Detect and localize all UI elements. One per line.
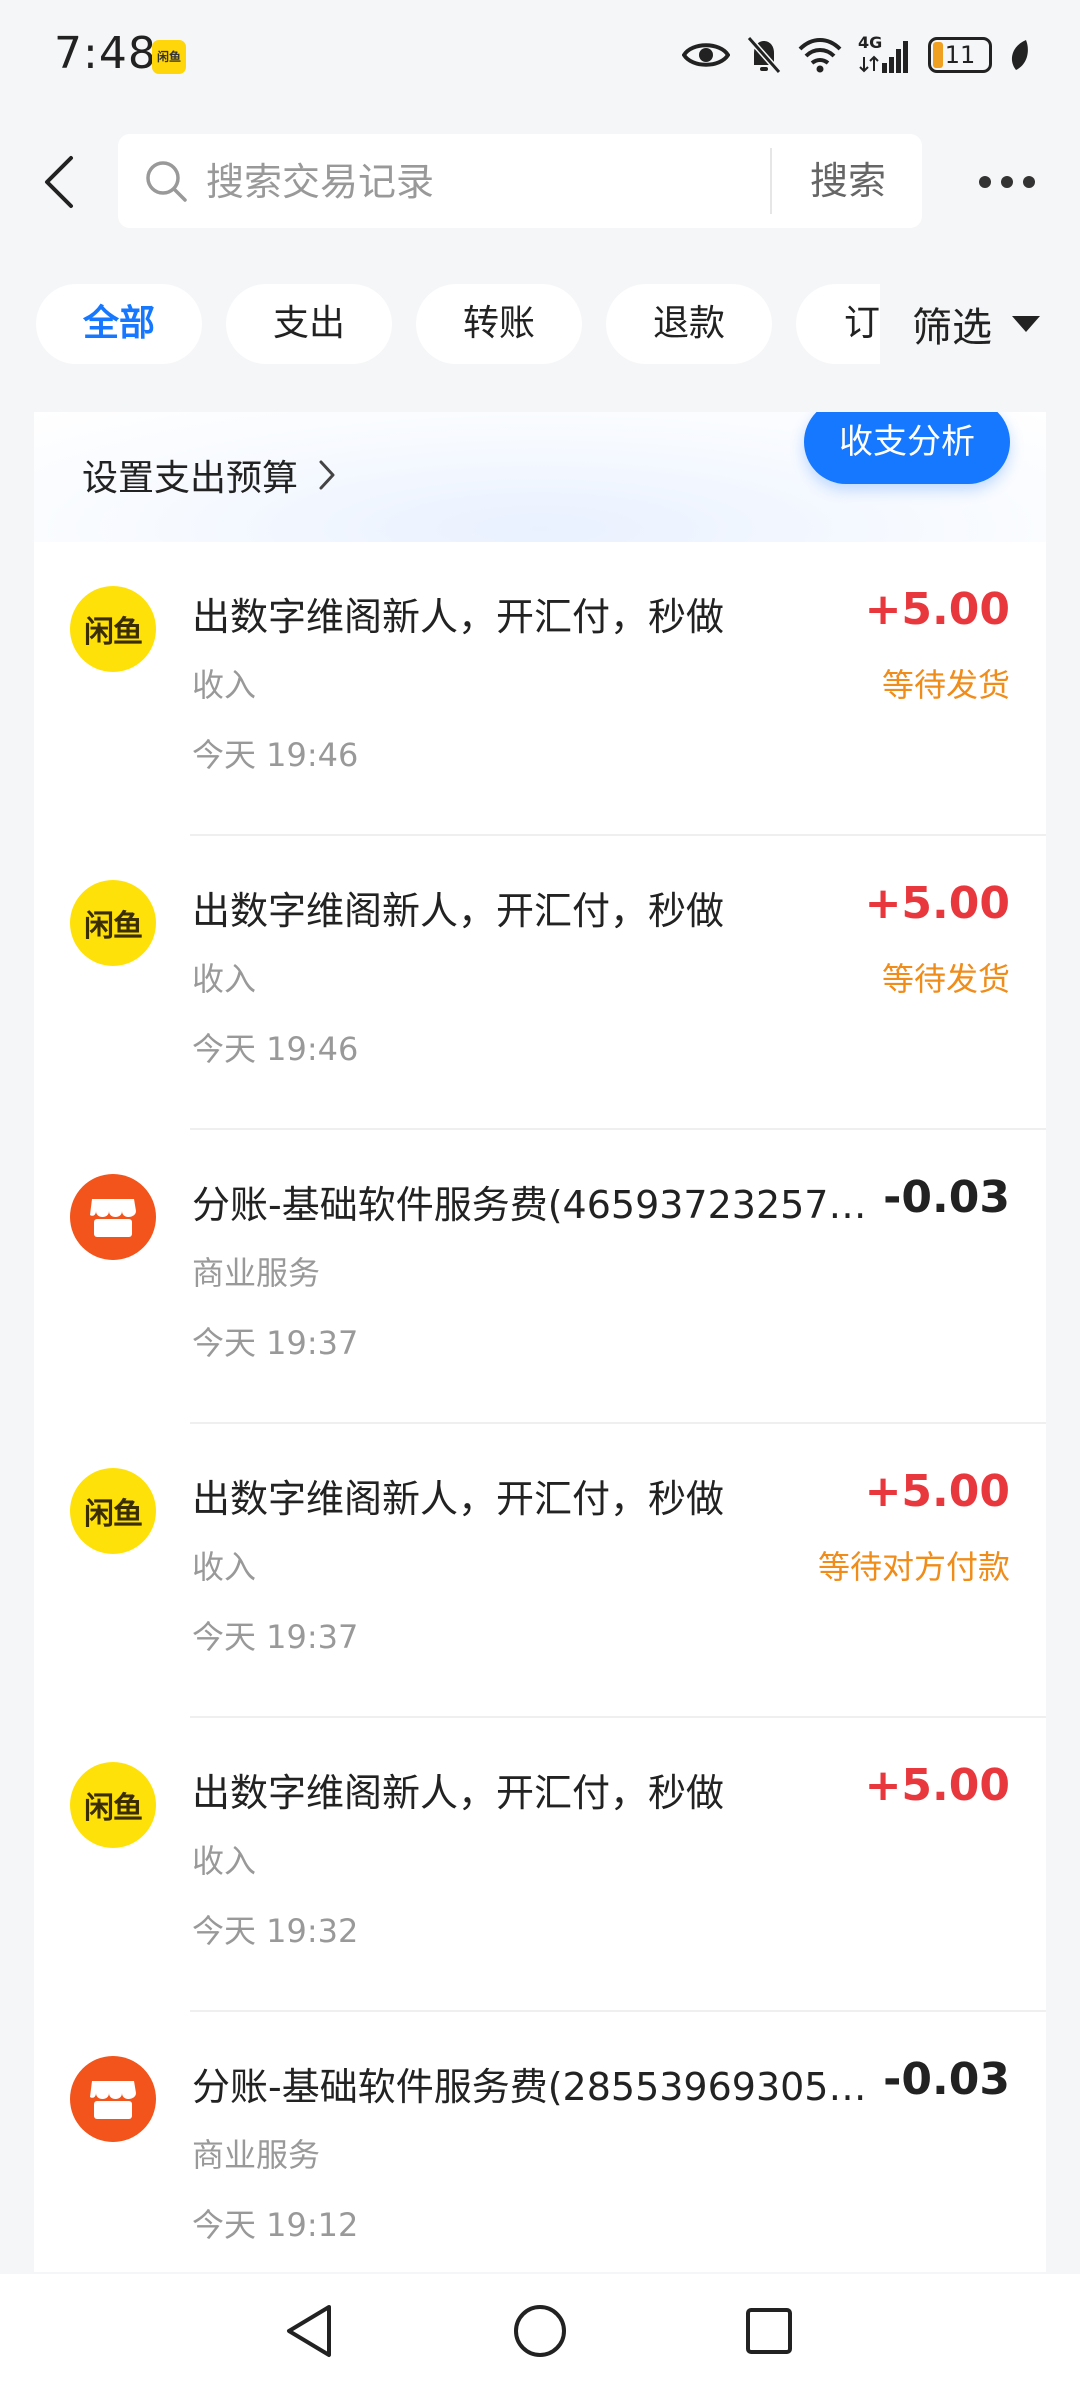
dot-icon xyxy=(1023,176,1035,188)
xianyu-logo-icon: 闲鱼 xyxy=(70,1762,156,1848)
chevron-right-icon xyxy=(319,460,335,490)
transaction-category: 收入 xyxy=(192,1548,257,1586)
system-nav-bar xyxy=(0,2274,1080,2388)
transaction-title: 分账-基础软件服务费(465937232576... xyxy=(192,1183,872,1227)
set-budget-label: 设置支出预算 xyxy=(82,458,299,499)
dot-icon xyxy=(1001,176,1013,188)
filter-bar: 全部 支出 转账 退款 订单 筛选 xyxy=(0,284,1080,368)
transaction-title: 出数字维阁新人，开汇付，秒做 xyxy=(192,1477,725,1521)
signal-icon: 4G xyxy=(858,33,912,75)
transaction-title: 出数字维阁新人，开汇付，秒做 xyxy=(192,889,725,933)
search-icon xyxy=(146,161,187,202)
transaction-amount: -0.03 xyxy=(883,2054,1010,2105)
transaction-time: 今天 19:46 xyxy=(192,736,359,774)
more-options-button[interactable] xyxy=(962,148,1052,216)
xianyu-logo-icon: 闲鱼 xyxy=(70,1468,156,1554)
nav-back-button[interactable] xyxy=(274,2296,344,2366)
transaction-list: 闲鱼 出数字维阁新人，开汇付，秒做 +5.00 收入 等待发货 今天 19:46… xyxy=(34,542,1046,2272)
transaction-time: 今天 19:12 xyxy=(192,2206,359,2244)
recents-square-icon xyxy=(746,2308,792,2354)
nav-home-button[interactable] xyxy=(505,2296,575,2366)
back-triangle-icon xyxy=(287,2305,331,2357)
transaction-amount: +5.00 xyxy=(864,1760,1010,1811)
transaction-status: 等待对方付款 xyxy=(817,1548,1010,1586)
transaction-amount: -0.03 xyxy=(883,1172,1010,1223)
eye-icon xyxy=(682,43,730,67)
transaction-row[interactable]: 闲鱼 出数字维阁新人，开汇付，秒做 +5.00 收入 等待对方付款 今天 19:… xyxy=(34,1424,1046,1718)
leaf-icon xyxy=(1011,40,1028,70)
budget-banner: 设置支出预算 收支分析 xyxy=(34,412,1046,542)
status-bar: 7:48 闲鱼 4G 11 xyxy=(0,0,1080,110)
xianyu-logo-icon: 闲鱼 xyxy=(70,586,156,672)
store-icon xyxy=(70,1174,156,1260)
nav-recents-button[interactable] xyxy=(734,2296,804,2366)
home-circle-icon xyxy=(514,2305,566,2357)
transaction-row[interactable]: 分账-基础软件服务费(285539693053... -0.03 商业服务 今天… xyxy=(34,2012,1046,2272)
transaction-status: 等待发货 xyxy=(881,666,1010,704)
back-button[interactable] xyxy=(30,148,86,216)
transaction-category: 商业服务 xyxy=(192,2136,321,2174)
search-box: 搜索 xyxy=(118,134,922,230)
transaction-amount: +5.00 xyxy=(864,1466,1010,1517)
transaction-time: 今天 19:32 xyxy=(192,1912,359,1950)
transaction-row[interactable]: 闲鱼 出数字维阁新人，开汇付，秒做 +5.00 收入 等待发货 今天 19:46 xyxy=(34,542,1046,836)
transaction-category: 商业服务 xyxy=(192,1254,321,1292)
transaction-list-card: 设置支出预算 收支分析 闲鱼 出数字维阁新人，开汇付，秒做 +5.00 收入 等… xyxy=(34,412,1046,2272)
transaction-title: 出数字维阁新人，开汇付，秒做 xyxy=(192,1771,725,1815)
battery-icon: 11 xyxy=(928,37,992,73)
filter-chip-all[interactable]: 全部 xyxy=(36,284,202,364)
transaction-row[interactable]: 闲鱼 出数字维阁新人，开汇付，秒做 +5.00 收入 今天 19:32 xyxy=(34,1718,1046,2012)
filter-chip-transfer[interactable]: 转账 xyxy=(416,284,582,364)
transaction-time: 今天 19:46 xyxy=(192,1030,359,1068)
wifi-icon xyxy=(798,38,842,73)
transaction-row[interactable]: 闲鱼 出数字维阁新人，开汇付，秒做 +5.00 收入 等待发货 今天 19:46 xyxy=(34,836,1046,1130)
transaction-time: 今天 19:37 xyxy=(192,1324,359,1362)
bell-off-icon xyxy=(746,36,782,74)
transaction-row[interactable]: 分账-基础软件服务费(465937232576... -0.03 商业服务 今天… xyxy=(34,1130,1046,1424)
battery-level: 11 xyxy=(944,41,976,69)
screen: 7:48 闲鱼 4G 11 搜索 全部 支出 xyxy=(0,0,1080,2388)
filter-chip-expense[interactable]: 支出 xyxy=(226,284,392,364)
search-button[interactable]: 搜索 xyxy=(774,134,922,228)
filter-button[interactable]: 筛选 xyxy=(880,284,1080,364)
search-input[interactable] xyxy=(204,134,768,230)
top-bar: 搜索 xyxy=(0,128,1080,236)
filter-label: 筛选 xyxy=(912,305,992,351)
transaction-amount: +5.00 xyxy=(864,584,1010,635)
transaction-status: 等待发货 xyxy=(881,960,1010,998)
transaction-category: 收入 xyxy=(192,960,257,998)
chevron-left-icon xyxy=(45,156,73,208)
status-time: 7:48 xyxy=(54,28,157,79)
xianyu-logo-icon: 闲鱼 xyxy=(70,880,156,966)
income-expense-analysis-button[interactable]: 收支分析 xyxy=(804,412,1010,484)
search-divider xyxy=(770,148,772,214)
transaction-time: 今天 19:37 xyxy=(192,1618,359,1656)
caret-down-icon xyxy=(1012,316,1040,332)
transaction-category: 收入 xyxy=(192,1842,257,1880)
status-icons: 4G 11 xyxy=(682,30,1030,80)
transaction-title: 出数字维阁新人，开汇付，秒做 xyxy=(192,595,725,639)
set-budget-link[interactable]: 设置支出预算 xyxy=(82,440,336,510)
transaction-category: 收入 xyxy=(192,666,257,704)
transaction-amount: +5.00 xyxy=(864,878,1010,929)
xianyu-app-icon: 闲鱼 xyxy=(152,40,186,74)
filter-chip-refund[interactable]: 退款 xyxy=(606,284,772,364)
dot-icon xyxy=(979,176,991,188)
transaction-title: 分账-基础软件服务费(285539693053... xyxy=(192,2065,872,2109)
store-icon xyxy=(70,2056,156,2142)
